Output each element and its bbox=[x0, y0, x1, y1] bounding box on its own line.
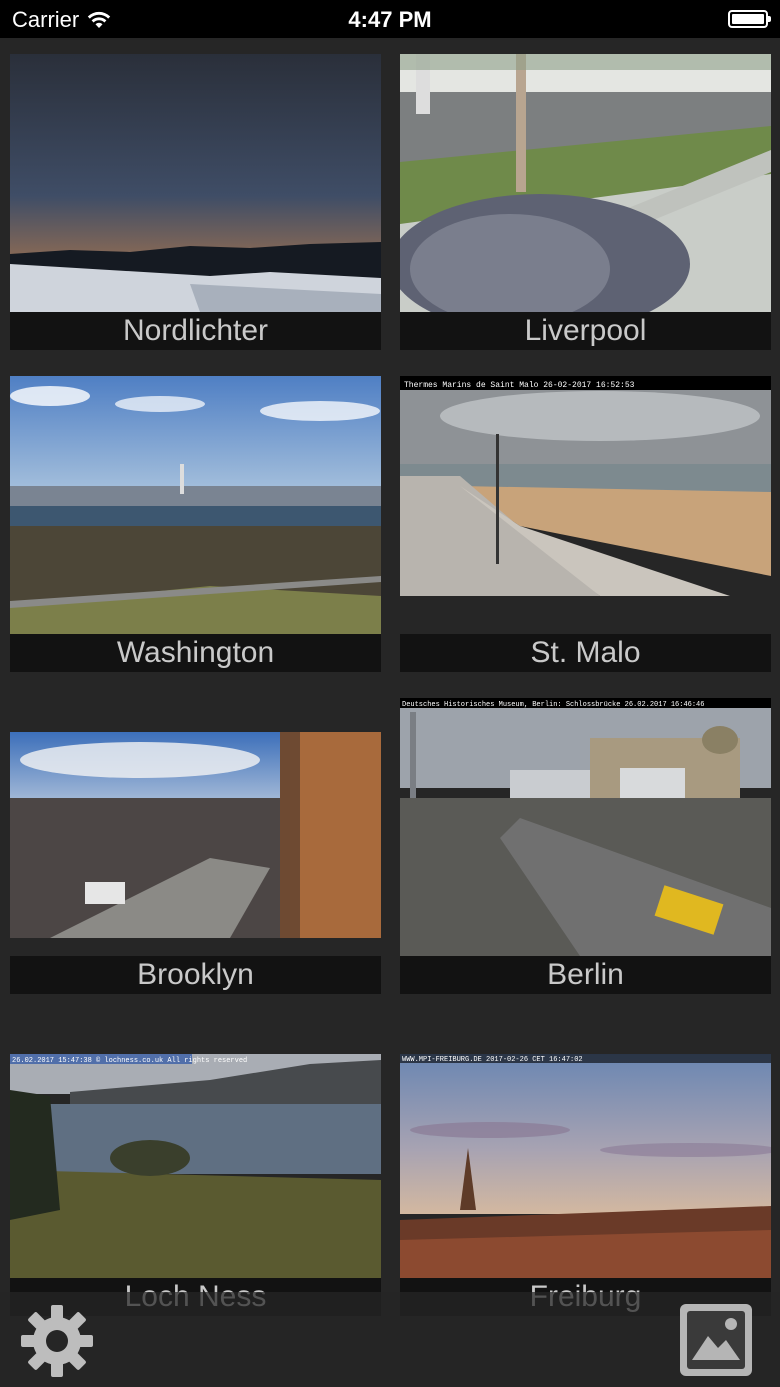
webcam-overlay: WWW.MPI-FREIBURG.DE 2017-02-26 CET 16:47… bbox=[402, 1056, 583, 1064]
webcam-label: Liverpool bbox=[400, 312, 771, 350]
webcam-label: Brooklyn bbox=[10, 956, 381, 994]
webcam-thumbnail bbox=[10, 376, 381, 634]
status-bar: Carrier 4:47 PM bbox=[0, 0, 780, 38]
webcam-overlay: 26.02.2017 15:47:38 © lochness.co.uk All… bbox=[12, 1056, 247, 1065]
webcam-tile-st-malo[interactable]: Thermes Marins de Saint Malo 26-02-2017 … bbox=[400, 376, 771, 672]
webcam-thumbnail: WWW.MPI-FREIBURG.DE 2017-02-26 CET 16:47… bbox=[400, 1020, 771, 1278]
settings-button[interactable] bbox=[18, 1302, 96, 1380]
webcam-label: St. Malo bbox=[400, 634, 771, 672]
webcam-tile-freiburg[interactable]: WWW.MPI-FREIBURG.DE 2017-02-26 CET 16:47… bbox=[400, 1020, 771, 1316]
image-gallery-icon bbox=[680, 1304, 752, 1376]
bottom-toolbar bbox=[0, 1292, 780, 1387]
webcam-thumbnail: Deutsches Historisches Museum, Berlin: S… bbox=[400, 698, 771, 956]
gear-icon bbox=[21, 1305, 93, 1377]
webcam-thumbnail bbox=[10, 698, 381, 956]
battery-full-icon bbox=[728, 10, 771, 28]
webcam-overlay: Deutsches Historisches Museum, Berlin: S… bbox=[402, 701, 704, 709]
webcam-grid: Nordlichter Liverpool Washington Thermes… bbox=[0, 38, 780, 1387]
status-time: 4:47 PM bbox=[348, 7, 432, 32]
webcam-label: Berlin bbox=[400, 956, 771, 994]
webcam-tile-brooklyn[interactable]: Brooklyn bbox=[10, 698, 381, 994]
webcam-tile-loch-ness[interactable]: 26.02.2017 15:47:38 © lochness.co.uk All… bbox=[10, 1020, 381, 1316]
webcam-label: Washington bbox=[10, 634, 381, 672]
webcam-thumbnail bbox=[400, 54, 771, 312]
webcam-overlay: Thermes Marins de Saint Malo 26-02-2017 … bbox=[404, 381, 635, 390]
webcam-tile-nordlichter[interactable]: Nordlichter bbox=[10, 54, 381, 350]
webcam-thumbnail bbox=[10, 54, 381, 312]
webcam-tile-liverpool[interactable]: Liverpool bbox=[400, 54, 771, 350]
webcam-thumbnail: 26.02.2017 15:47:38 © lochness.co.uk All… bbox=[10, 1020, 381, 1278]
webcam-label: Nordlichter bbox=[10, 312, 381, 350]
webcam-tile-berlin[interactable]: Deutsches Historisches Museum, Berlin: S… bbox=[400, 698, 771, 994]
webcam-thumbnail: Thermes Marins de Saint Malo 26-02-2017 … bbox=[400, 376, 771, 634]
webcam-tile-washington[interactable]: Washington bbox=[10, 376, 381, 672]
gallery-button[interactable] bbox=[678, 1302, 754, 1378]
